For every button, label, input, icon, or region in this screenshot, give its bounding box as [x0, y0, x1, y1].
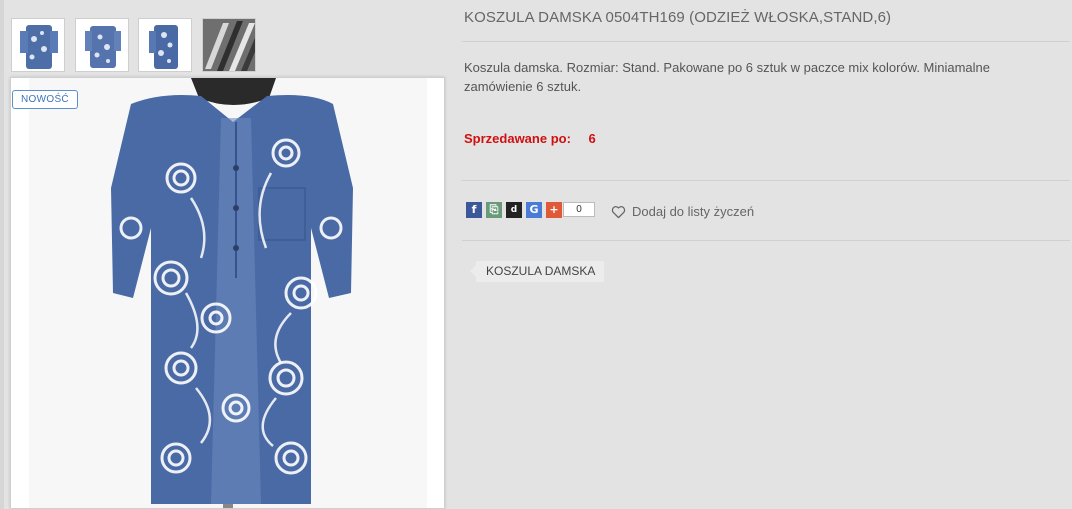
main-product-image[interactable]	[10, 77, 445, 509]
share-icon[interactable]: ⎘	[486, 201, 502, 218]
shirt-image	[11, 78, 444, 508]
sold-by: Sprzedawane po: 6	[464, 131, 596, 146]
divider	[462, 41, 1070, 42]
sold-by-label: Sprzedawane po:	[464, 131, 571, 146]
category-tag[interactable]: KOSZULA DAMSKA	[469, 261, 605, 282]
share-bar: f ⎘ d G + 0	[466, 201, 595, 218]
wishlist-label: Dodaj do listy życzeń	[632, 204, 755, 219]
thumbnail-back[interactable]	[75, 18, 129, 72]
divider	[462, 180, 1070, 181]
thumbnail-fabric[interactable]	[202, 18, 256, 72]
thumbnail-front[interactable]	[11, 18, 65, 72]
share-count: 0	[563, 202, 595, 217]
product-description: Koszula damska. Rozmiar: Stand. Pakowane…	[464, 60, 991, 94]
sold-by-value: 6	[588, 131, 596, 146]
product-title: KOSZULA DAMSKA 0504TH169 (ODZIEŻ WŁOSKA,…	[464, 9, 892, 26]
plus-icon[interactable]: +	[546, 201, 562, 218]
heart-icon	[611, 205, 626, 218]
thumbnail-side[interactable]	[138, 18, 192, 72]
digg-icon[interactable]: d	[506, 201, 522, 218]
google-icon[interactable]: G	[526, 201, 542, 218]
new-badge: NOWOŚĆ	[12, 90, 78, 109]
facebook-icon[interactable]: f	[466, 201, 482, 218]
divider	[462, 240, 1070, 241]
left-edge	[0, 0, 4, 509]
add-to-wishlist-button[interactable]: Dodaj do listy życzeń	[611, 204, 754, 219]
